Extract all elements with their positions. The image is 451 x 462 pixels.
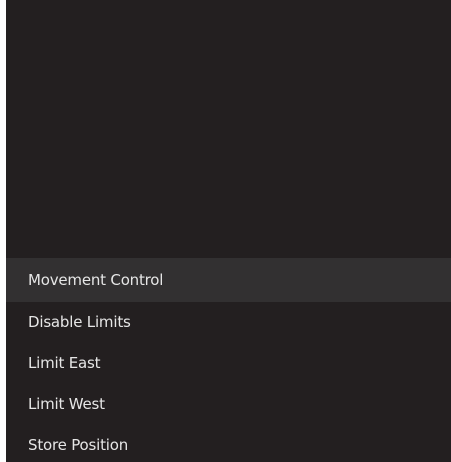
menu-item-label: Movement Control bbox=[28, 271, 164, 289]
menu-item-label: Limit East bbox=[28, 354, 101, 372]
menu-item-limit-east[interactable]: Limit East bbox=[6, 343, 451, 384]
menu-item-disable-limits[interactable]: Disable Limits bbox=[6, 302, 451, 343]
menu-item-store-position[interactable]: Store Position bbox=[6, 425, 451, 462]
option-menu: Movement Control Disable Limits Limit Ea… bbox=[6, 258, 451, 462]
menu-item-label: Limit West bbox=[28, 395, 105, 413]
menu-item-movement-control[interactable]: Movement Control bbox=[6, 258, 451, 302]
menu-item-limit-west[interactable]: Limit West bbox=[6, 384, 451, 425]
menu-item-label: Disable Limits bbox=[28, 313, 131, 331]
menu-item-label: Store Position bbox=[28, 436, 129, 454]
menu-panel: Movement Control Disable Limits Limit Ea… bbox=[6, 0, 451, 462]
